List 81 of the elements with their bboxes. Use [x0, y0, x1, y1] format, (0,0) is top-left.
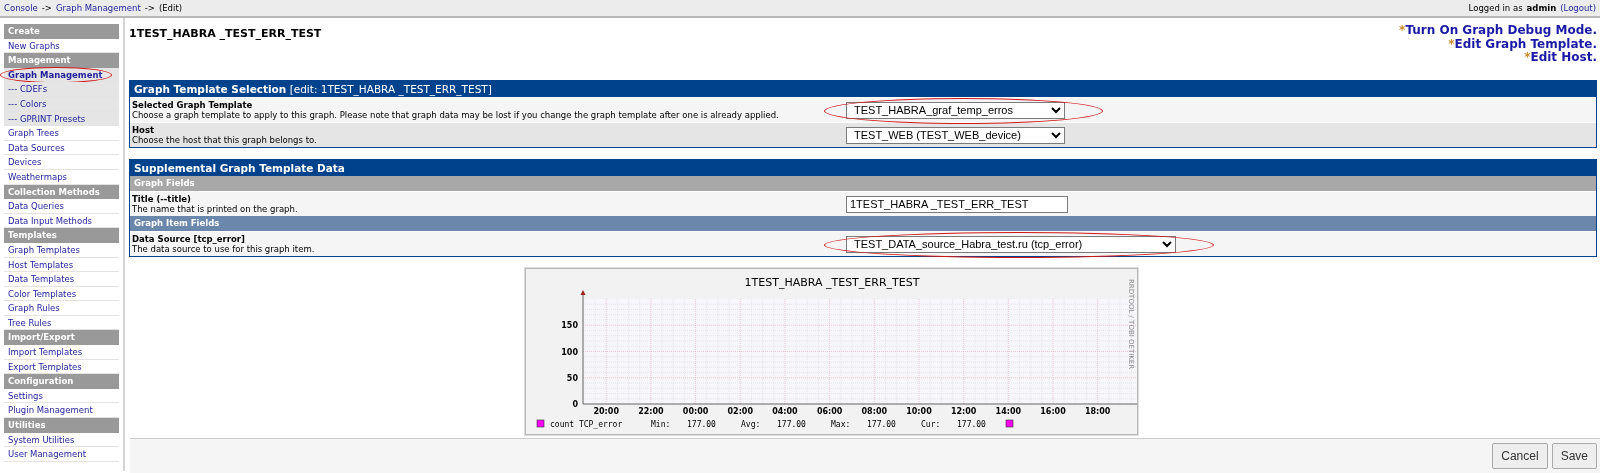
sidebar-item[interactable]: Data Templates: [4, 272, 119, 287]
x-tick-label: 04:00: [772, 407, 798, 416]
logout-link[interactable]: (Logout): [1560, 1, 1596, 15]
field-description: The name that is printed on the graph.: [132, 204, 299, 214]
sidebar-heading: Create: [4, 24, 119, 39]
sidebar-heading: Configuration: [4, 374, 119, 389]
sidebar-item[interactable]: Data Sources: [4, 140, 119, 156]
bullet: *: [1448, 36, 1455, 51]
text-input[interactable]: 1TEST_HABRA _TEST_ERR_TEST: [846, 195, 1068, 213]
x-tick-label: 16:00: [1040, 407, 1066, 416]
form-button[interactable]: Cancel: [1492, 443, 1548, 469]
graph-title: 1TEST_HABRA _TEST_ERR_TEST: [744, 276, 920, 289]
header-link[interactable]: Edit Host.: [1530, 50, 1597, 64]
x-tick-label: 12:00: [950, 407, 977, 416]
field-description: Choose the host that this graph belongs to.: [132, 135, 318, 145]
field-label: Title (--title): [132, 194, 192, 204]
header-link[interactable]: Turn On Graph Debug Mode.: [1405, 23, 1597, 37]
sidebar-item[interactable]: Graph Rules: [4, 301, 119, 316]
sidebar-item[interactable]: Host Templates: [4, 257, 119, 273]
header-link[interactable]: Edit Graph Template.: [1454, 36, 1597, 51]
username: admin: [1526, 1, 1557, 15]
breadcrumb-separator: ->: [41, 1, 52, 15]
panel-header: Graph Template Selection [edit: 1TEST_HABRA _TEST_ERR_TEST]: [130, 81, 1596, 97]
breadcrumb-link[interactable]: Graph Management: [55, 1, 141, 15]
legend-swatch: [1005, 419, 1014, 428]
legend-label: count TCP_error: [550, 420, 623, 429]
x-tick-label: 22:00: [638, 407, 664, 416]
dropdown[interactable]: TEST_DATA_source_Habra_test.ru (tcp_error): [846, 235, 1176, 253]
sidebar-item[interactable]: Import Templates: [4, 345, 119, 360]
section-header: Graph Item Fields: [130, 216, 1596, 231]
sidebar-item[interactable]: Graph Templates: [4, 242, 119, 258]
y-tick-label: 100: [561, 347, 578, 357]
x-tick-label: 08:00: [861, 407, 888, 416]
field-label: Host: [132, 125, 156, 135]
sidebar-item[interactable]: Data Queries: [4, 199, 119, 214]
sidebar-heading: Management: [4, 53, 119, 68]
sidebar-item[interactable]: Weathermaps: [4, 169, 119, 185]
sidebar-item[interactable]: System Utilities: [4, 432, 119, 448]
breadcrumb-link[interactable]: Console: [4, 1, 38, 15]
legend-stat-value: 177.00: [777, 420, 806, 429]
x-tick-label: 18:00: [1084, 407, 1111, 416]
section-header: Graph Fields: [130, 176, 1596, 191]
bullet: *: [1399, 23, 1406, 37]
field-label: Selected Graph Template: [132, 100, 254, 110]
breadcrumb-current: (Edit): [158, 1, 183, 15]
legend-stat-name: Min:: [651, 420, 671, 429]
panel-header: Supplemental Graph Template Data: [130, 160, 1596, 176]
dropdown[interactable]: TEST_WEB (TEST_WEB_device): [846, 126, 1066, 144]
sidebar-item[interactable]: Color Templates: [4, 286, 119, 302]
legend-stat-name: Max:: [831, 420, 851, 429]
x-tick-label: 14:00: [995, 407, 1022, 416]
field-description: Choose a graph template to apply to this graph. Please note that graph data may be lost if you change the graph template after one is already applied.: [132, 110, 780, 120]
sidebar-item[interactable]: User Management: [4, 447, 119, 462]
y-tick-label: 50: [566, 373, 578, 383]
sidebar-item[interactable]: Graph Trees: [4, 126, 119, 141]
sidebar-item[interactable]: --- CDEFs: [4, 82, 119, 97]
x-tick-label: 06:00: [816, 407, 843, 416]
login-label: Logged in as: [1468, 1, 1523, 15]
form-button[interactable]: Save: [1551, 443, 1597, 469]
x-tick-label: 20:00: [593, 407, 619, 416]
y-tick-label: 150: [561, 321, 578, 331]
y-tick-label: 0: [572, 400, 578, 409]
x-tick-label: 10:00: [906, 407, 932, 416]
legend-stat-value: 177.00: [957, 420, 986, 429]
field-description: The data source to use for this graph item.: [132, 244, 316, 254]
breadcrumb-separator: ->: [144, 1, 155, 15]
sidebar-heading: Templates: [4, 228, 119, 243]
legend-stat-name: Cur:: [921, 420, 941, 429]
legend-stat-value: 177.00: [867, 420, 896, 429]
legend-stat-name: Avg:: [741, 420, 761, 429]
legend-stat-value: 177.00: [687, 420, 716, 429]
x-tick-label: 02:00: [727, 407, 753, 416]
sidebar-heading: Import/Export: [4, 330, 119, 346]
sidebar-item[interactable]: Devices: [4, 155, 119, 170]
sidebar-item[interactable]: Settings: [4, 388, 119, 404]
bullet: *: [1524, 50, 1531, 64]
page-title: 1TEST_HABRA _TEST_ERR_TEST: [129, 26, 322, 42]
sidebar-heading: Utilities: [4, 418, 119, 433]
dropdown[interactable]: TEST_HABRA_graf_temp_erros: [846, 101, 1066, 119]
x-tick-label: 00:00: [682, 407, 709, 416]
field-label: Data Source [tcp_error]: [132, 234, 246, 244]
